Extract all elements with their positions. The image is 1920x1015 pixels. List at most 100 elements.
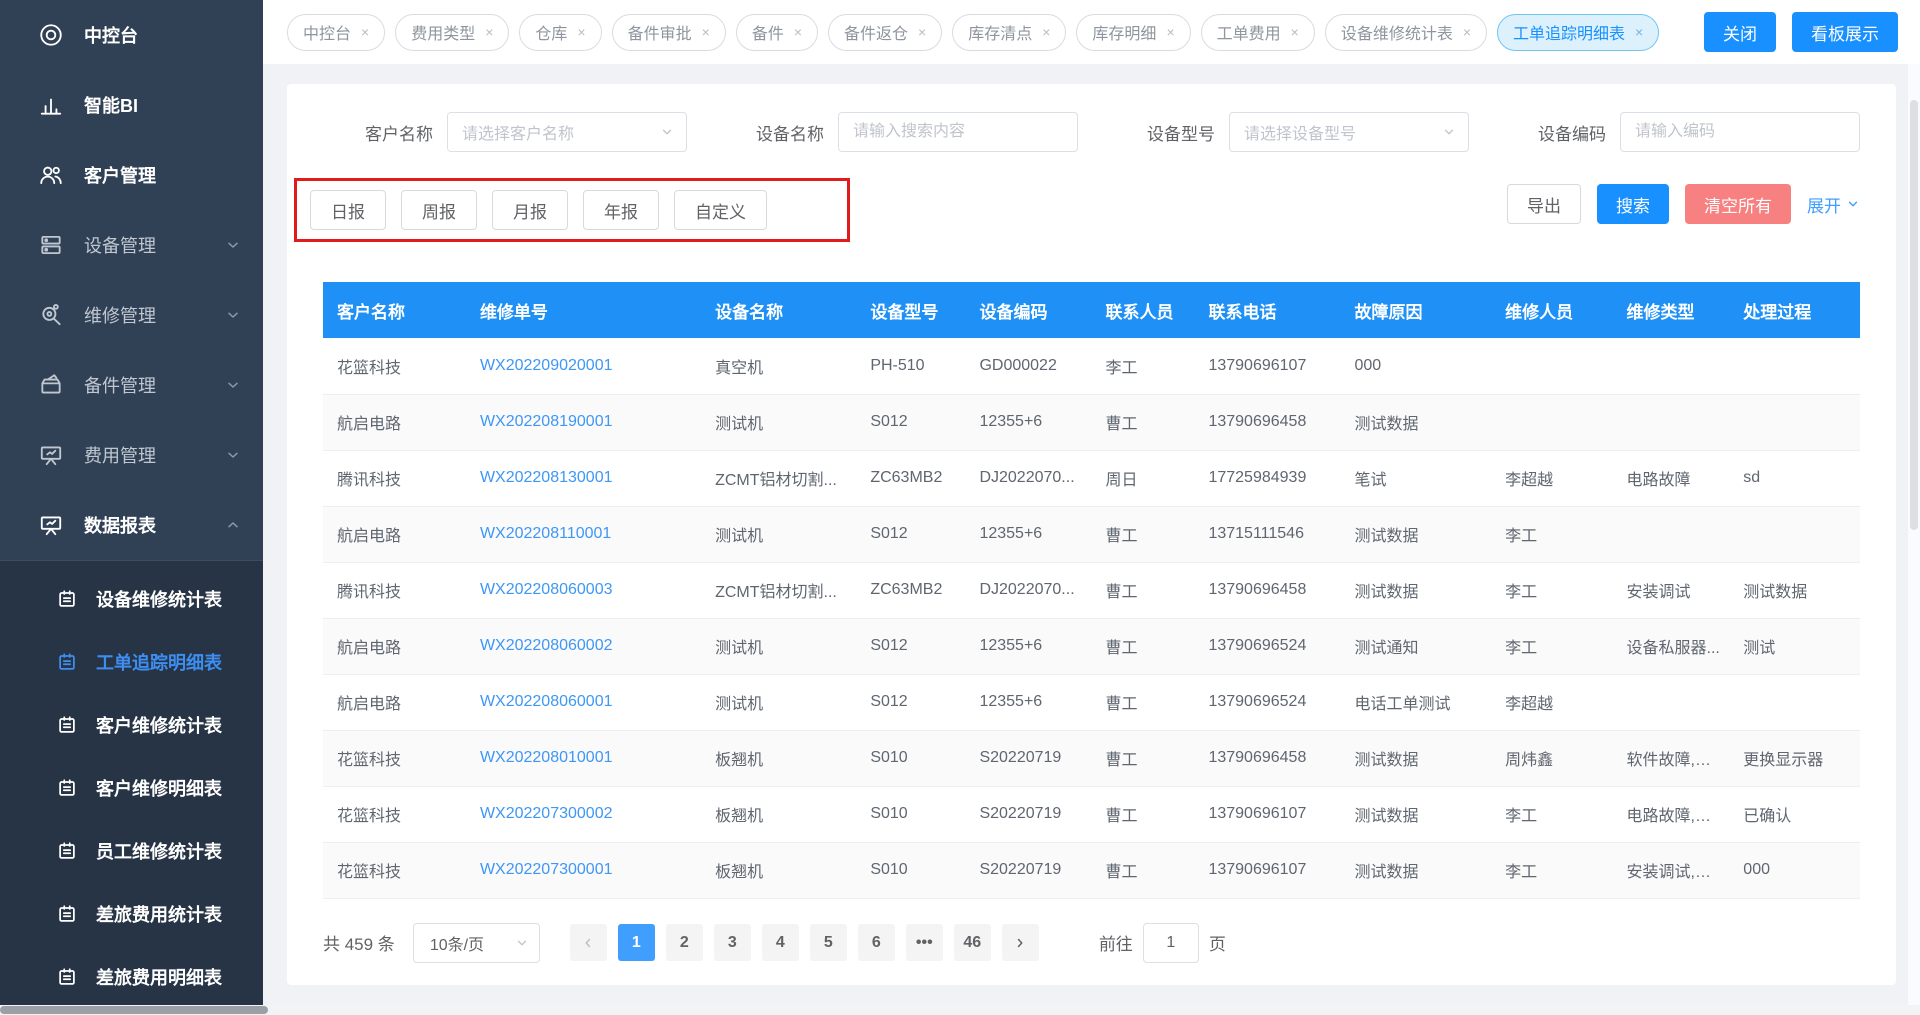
sidebar-item-smart-bi[interactable]: 智能BI — [0, 70, 263, 140]
cell-order-no[interactable]: WX202208060001 — [466, 674, 701, 730]
tab-chip[interactable]: 仓库× — [519, 14, 601, 51]
sidebar-item-expense-mgmt[interactable]: 费用管理 — [0, 420, 263, 490]
tab-chip[interactable]: 工单追踪明细表× — [1497, 14, 1659, 51]
sidebar-item-label: 客户管理 — [84, 162, 156, 188]
close-tab-icon[interactable]: × — [794, 24, 802, 40]
vertical-scrollbar-thumb[interactable] — [1910, 100, 1918, 530]
close-tab-icon[interactable]: × — [1635, 24, 1643, 40]
sidebar-item-label: 费用管理 — [84, 442, 156, 468]
page-button-6[interactable]: 6 — [858, 924, 895, 961]
tab-chip[interactable]: 费用类型 × — [395, 14, 509, 51]
cell-device-model: S012 — [856, 674, 965, 730]
close-tab-icon[interactable]: × — [1291, 24, 1299, 40]
sidebar-subitem-work-order-tracking[interactable]: 工单追踪明细表 — [0, 630, 263, 693]
horizontal-scrollbar-thumb[interactable] — [0, 1006, 268, 1014]
tab-label: 费用类型 — [411, 20, 475, 44]
tab-chip[interactable]: 设备维修统计表× — [1325, 14, 1487, 51]
cell-order-no[interactable]: WX202208060002 — [466, 618, 701, 674]
sidebar-item-console[interactable]: 中控台 — [0, 0, 263, 70]
cell-order-no[interactable]: WX202207300002 — [466, 786, 701, 842]
page-button-46[interactable]: 46 — [954, 924, 991, 961]
tab-chip[interactable]: 库存明细× — [1076, 14, 1190, 51]
prev-page-button[interactable] — [570, 924, 607, 961]
next-page-button[interactable] — [1002, 924, 1039, 961]
cell-contact: 曹工 — [1091, 786, 1194, 842]
report-period-button-1[interactable]: 周报 — [401, 190, 477, 230]
device-name-input[interactable] — [838, 112, 1078, 152]
sidebar-item-repair-mgmt[interactable]: 维修管理 — [0, 280, 263, 350]
device-code-input[interactable] — [1620, 112, 1860, 152]
cell-device-code: 12355+6 — [965, 394, 1091, 450]
close-tab-icon[interactable]: × — [1463, 24, 1471, 40]
more-pages-button[interactable]: ••• — [906, 924, 943, 961]
page-button-2[interactable]: 2 — [666, 924, 703, 961]
tab-chip[interactable]: 工单费用 × — [1201, 14, 1315, 51]
close-tab-icon[interactable]: × — [361, 24, 369, 40]
cell-order-no[interactable]: WX202208130001 — [466, 450, 701, 506]
customer-name-select[interactable]: 请选择客户名称 — [447, 112, 687, 152]
cell-repair-type — [1613, 506, 1730, 562]
page-size-select[interactable]: 10条/页 — [413, 923, 540, 963]
sidebar-subitem-label: 客户维修明细表 — [96, 775, 222, 801]
cell-device-name: 板翘机 — [701, 730, 856, 786]
page-button-5[interactable]: 5 — [810, 924, 847, 961]
cell-order-no[interactable]: WX202208190001 — [466, 394, 701, 450]
sidebar-item-data-report[interactable]: 数据报表 — [0, 490, 263, 560]
vertical-scrollbar[interactable] — [1908, 64, 1920, 1005]
close-tab-icon[interactable]: × — [485, 24, 493, 40]
tab-chip[interactable]: 备件× — [736, 14, 818, 51]
close-tab-icon[interactable]: × — [702, 24, 710, 40]
cell-order-no[interactable]: WX202208110001 — [466, 506, 701, 562]
sidebar-subitem-travel-expense-detail[interactable]: 差旅费用明细表 — [0, 945, 263, 1008]
search-button[interactable]: 搜索 — [1597, 184, 1669, 224]
page-button-4[interactable]: 4 — [762, 924, 799, 961]
tab-chip[interactable]: 库存清点× — [952, 14, 1066, 51]
total-count: 共 459 条 — [323, 930, 395, 955]
close-tab-icon[interactable]: × — [1042, 24, 1050, 40]
cell-contact: 曹工 — [1091, 618, 1194, 674]
console-icon — [38, 22, 64, 48]
sidebar-subitem-customer-repair-stats[interactable]: 客户维修统计表 — [0, 693, 263, 756]
filter-label: 设备编码 — [1538, 120, 1606, 145]
device-model-select[interactable]: 请选择设备型号 — [1229, 112, 1469, 152]
report-period-button-2[interactable]: 月报 — [492, 190, 568, 230]
cell-process: sd — [1729, 450, 1860, 506]
sidebar-subitem-customer-repair-detail[interactable]: 客户维修明细表 — [0, 756, 263, 819]
sidebar-subitem-staff-repair-stats[interactable]: 员工维修统计表 — [0, 819, 263, 882]
cell-order-no[interactable]: WX202208060003 — [466, 562, 701, 618]
sidebar-subitem-travel-expense-stats[interactable]: 差旅费用统计表 — [0, 882, 263, 945]
close-button[interactable]: 关闭 — [1704, 12, 1776, 52]
tab-label: 工单费用 — [1217, 20, 1281, 44]
page-button-1[interactable]: 1 — [618, 924, 655, 961]
cell-order-no[interactable]: WX202209020001 — [466, 338, 701, 394]
cell-repair-type — [1613, 394, 1730, 450]
tab-chip[interactable]: 备件审批× — [612, 14, 726, 51]
sidebar-item-device-mgmt[interactable]: 设备管理 — [0, 210, 263, 280]
tab-chip[interactable]: 备件返仓× — [828, 14, 942, 51]
column-header-device-model: 设备型号 — [856, 282, 965, 338]
toolbar-actions: 导出 搜索 清空所有 展开 — [1507, 184, 1860, 224]
board-display-button[interactable]: 看板展示 — [1792, 12, 1898, 52]
tab-chip[interactable]: 中控台× — [287, 14, 385, 51]
cell-process — [1729, 506, 1860, 562]
report-period-button-0[interactable]: 日报 — [310, 190, 386, 230]
cell-fault-reason: 测试数据 — [1340, 842, 1491, 898]
cell-order-no[interactable]: WX202207300001 — [466, 842, 701, 898]
page-button-3[interactable]: 3 — [714, 924, 751, 961]
cell-order-no[interactable]: WX202208010001 — [466, 730, 701, 786]
horizontal-scrollbar[interactable] — [0, 1005, 1920, 1015]
sidebar-subitem-device-repair-stats[interactable]: 设备维修统计表 — [0, 567, 263, 630]
cell-device-code: 12355+6 — [965, 618, 1091, 674]
goto-page-input[interactable] — [1143, 923, 1199, 963]
close-tab-icon[interactable]: × — [918, 24, 926, 40]
sidebar-item-customer-mgmt[interactable]: 客户管理 — [0, 140, 263, 210]
sidebar-item-parts-mgmt[interactable]: 备件管理 — [0, 350, 263, 420]
cell-customer: 花篮科技 — [323, 338, 466, 394]
expand-toggle[interactable]: 展开 — [1807, 192, 1860, 217]
export-button[interactable]: 导出 — [1507, 184, 1581, 224]
close-tab-icon[interactable]: × — [577, 24, 585, 40]
clear-all-button[interactable]: 清空所有 — [1685, 184, 1791, 224]
report-period-button-3[interactable]: 年报 — [583, 190, 659, 230]
report-period-button-4[interactable]: 自定义 — [674, 190, 767, 230]
close-tab-icon[interactable]: × — [1166, 24, 1174, 40]
